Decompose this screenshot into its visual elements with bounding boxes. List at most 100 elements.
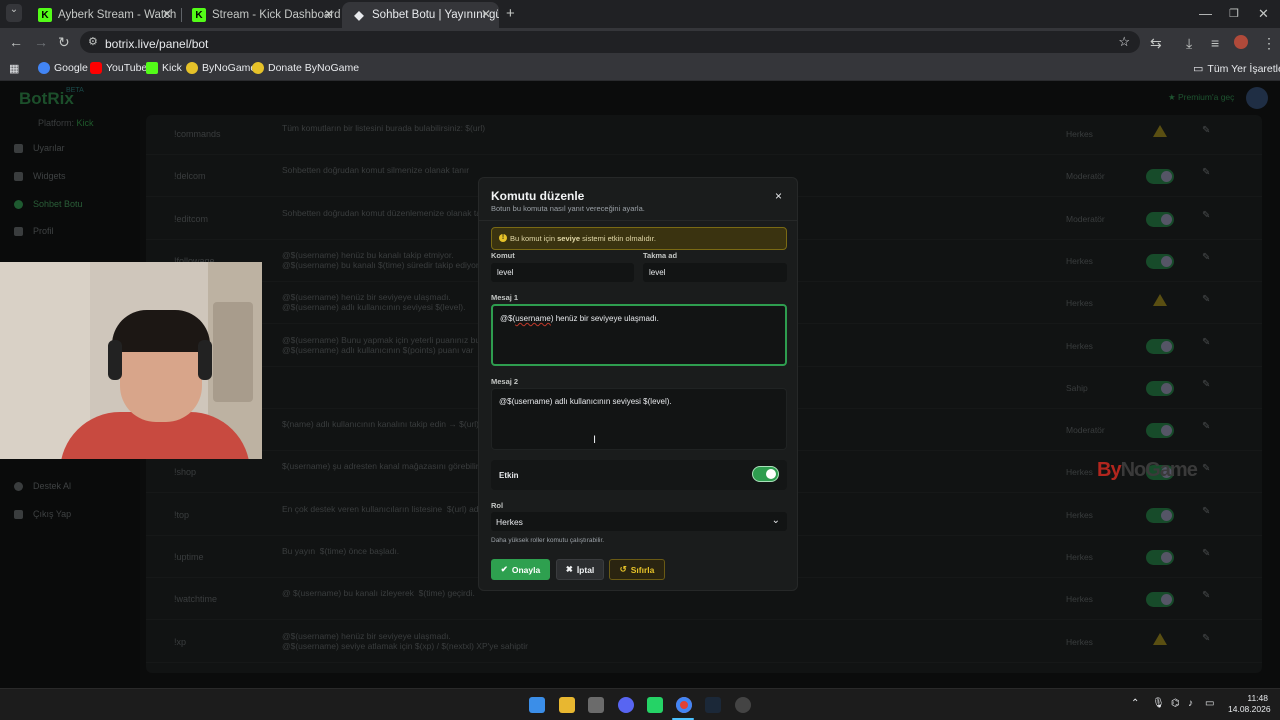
bookmark-youtube[interactable]: YouTube	[90, 62, 147, 74]
back-icon[interactable]: ←	[9, 34, 23, 50]
reset-button[interactable]: ↺ Sıfırla	[609, 559, 665, 580]
message1-textarea[interactable]: @$(username) henüz bir seviyeye ulaşmadı…	[491, 304, 787, 366]
speaker-icon[interactable]: ♪	[1188, 698, 1193, 709]
all-bookmarks[interactable]: ▭Tüm Yer İşaretleri	[1193, 62, 1280, 76]
clock[interactable]: 11:48 14.08.2026	[1228, 693, 1271, 715]
enabled-toggle[interactable]	[1146, 550, 1174, 565]
download-icon[interactable]: ⤓	[1186, 35, 1192, 51]
settings-icon[interactable]	[735, 697, 751, 713]
apps-icon[interactable]: ▦	[9, 62, 19, 75]
person-hair	[112, 310, 210, 352]
window-close-icon[interactable]: ✕	[1258, 6, 1269, 22]
enabled-toggle[interactable]	[1146, 507, 1174, 523]
headphones	[108, 340, 122, 380]
level-system-alert: ! Bu komut için seviye sistemi etkin olm…	[491, 227, 787, 250]
command-role: Herkes	[1066, 467, 1093, 478]
wifi-icon[interactable]: ⌬	[1171, 698, 1180, 709]
enabled-toggle[interactable]	[1146, 211, 1174, 227]
file-explorer-icon[interactable]	[559, 697, 575, 713]
menu-icon[interactable]: ⋮	[1262, 35, 1276, 51]
bookmark-kick[interactable]: Kick	[146, 62, 182, 74]
reload-icon[interactable]: ↻	[58, 34, 70, 50]
edit-icon[interactable]: ✎	[1202, 294, 1210, 305]
bynogame-icon	[186, 62, 198, 74]
command-role: Herkes	[1066, 255, 1093, 266]
sidebar-item-profil[interactable]: Profil	[14, 226, 54, 236]
sidebar-item-uyarilar[interactable]: Uyarılar	[14, 143, 65, 153]
edit-icon[interactable]: ✎	[1202, 337, 1210, 348]
discord-icon[interactable]	[618, 697, 634, 713]
enabled-toggle[interactable]	[1146, 423, 1174, 439]
edit-icon[interactable]: ✎	[1202, 379, 1210, 390]
media-control-icon[interactable]: ≡	[1211, 35, 1219, 51]
bookmark-bynogame[interactable]: ByNoGame	[186, 62, 256, 74]
sidebar-item-cikis-yap[interactable]: Çıkış Yap	[14, 509, 71, 519]
mic-icon[interactable]: 🎙︎	[1152, 698, 1165, 709]
steam-icon[interactable]	[705, 697, 721, 713]
minimize-icon[interactable]: —	[1199, 6, 1212, 21]
bookmark-label: Kick	[162, 62, 182, 74]
command-message: $(name) adlı kullanıcının kanalını takip…	[282, 419, 480, 430]
enabled-toggle[interactable]	[1146, 338, 1174, 354]
close-icon[interactable]: ×	[775, 189, 782, 203]
start-icon[interactable]	[529, 697, 545, 713]
edit-icon[interactable]: ✎	[1202, 167, 1210, 178]
edit-icon[interactable]: ✎	[1202, 463, 1210, 474]
tab-ayberk-stream[interactable]: K Ayberk Stream - Watch Live on ✕	[28, 2, 180, 28]
sidebar-item-destek-al[interactable]: Destek Al	[14, 481, 71, 491]
tray-chevron-icon[interactable]: ⌃	[1131, 698, 1139, 709]
store-icon[interactable]	[588, 697, 604, 713]
command-input[interactable]: level	[491, 263, 634, 282]
edit-icon[interactable]: ✎	[1202, 210, 1210, 221]
tab-search-icon[interactable]: ⌄	[6, 4, 22, 22]
alias-input[interactable]: level	[643, 263, 787, 282]
confirm-button[interactable]: ✔ Onayla	[491, 559, 550, 580]
message2-textarea[interactable]: @$(username) adlı kullanıcının seviyesi …	[491, 388, 787, 450]
bookmark-donate-bynogame[interactable]: Donate ByNoGame	[252, 62, 359, 74]
tab-close-icon[interactable]: ✕	[481, 7, 491, 21]
command-role: Herkes	[1066, 509, 1093, 520]
enabled-toggle[interactable]	[1146, 253, 1174, 269]
command-message: Tüm komutların bir listesini burada bula…	[282, 123, 486, 133]
google-icon	[38, 62, 50, 74]
avatar[interactable]	[1246, 87, 1268, 109]
bookmark-google[interactable]: Google	[38, 62, 88, 74]
chrome-icon[interactable]	[676, 697, 692, 713]
command-message: @$(username) henüz bir seviyeye ulaşmadı…	[282, 292, 466, 313]
enabled-toggle[interactable]	[1146, 380, 1174, 396]
enabled-toggle[interactable]	[752, 466, 779, 482]
enabled-toggle[interactable]	[1146, 169, 1174, 185]
whatsapp-icon[interactable]	[647, 697, 663, 713]
command-message: Sohbetten doğrudan komut düzenlemenize o…	[282, 207, 491, 218]
cancel-button[interactable]: ✖ İptal	[556, 559, 604, 580]
edit-icon[interactable]: ✎	[1202, 252, 1210, 263]
edit-icon[interactable]: ✎	[1202, 590, 1210, 601]
edit-icon[interactable]: ✎	[1202, 506, 1210, 517]
bookmark-star-icon[interactable]: ☆	[1118, 34, 1130, 50]
address-bar[interactable]: ⚙ ☆	[80, 31, 1140, 53]
profile-avatar[interactable]	[1234, 35, 1248, 49]
youtube-icon	[90, 62, 102, 74]
tab-sohbet-botu[interactable]: ◆ Sohbet Botu | Yayınını güçlendi ✕	[342, 2, 499, 28]
tab-close-icon[interactable]: ✕	[162, 7, 172, 21]
folder-icon: ▭	[1193, 63, 1204, 75]
webcam-overlay	[0, 262, 262, 459]
role-select[interactable]: Herkes ⌄	[491, 512, 787, 531]
forward-icon[interactable]: →	[34, 34, 48, 50]
battery-icon[interactable]: ▭	[1205, 698, 1214, 709]
sidebar-item-widgets[interactable]: Widgets	[14, 171, 66, 181]
edit-icon[interactable]: ✎	[1202, 548, 1210, 559]
edit-icon[interactable]: ✎	[1202, 125, 1210, 136]
enabled-toggle[interactable]	[1146, 592, 1174, 608]
edit-icon[interactable]: ✎	[1202, 421, 1210, 432]
restore-icon[interactable]: ❐	[1229, 7, 1239, 20]
new-tab-button[interactable]: +	[506, 5, 515, 22]
tab-close-icon[interactable]: ✕	[324, 7, 334, 21]
tab-kick-dashboard[interactable]: K Stream - Kick Dashboard ✕	[182, 2, 342, 28]
alert-text-prefix: Bu komut için	[510, 234, 558, 243]
premium-link[interactable]: ★ Premium'a geç	[1168, 92, 1234, 103]
translate-icon[interactable]: ⇆	[1150, 35, 1162, 51]
sidebar-item-sohbet-botu[interactable]: Sohbet Botu	[14, 199, 83, 209]
edit-icon[interactable]: ✎	[1202, 633, 1210, 644]
site-info-icon[interactable]: ⚙	[88, 35, 98, 48]
